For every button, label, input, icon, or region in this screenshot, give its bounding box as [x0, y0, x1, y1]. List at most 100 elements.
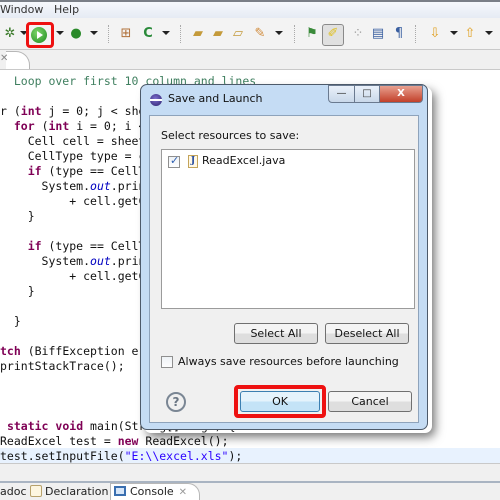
highlighter-icon[interactable]: ✐ — [323, 24, 343, 44]
next-annotation-dropdown-icon[interactable] — [450, 31, 458, 35]
toolbar-separator — [415, 25, 416, 43]
close-icon[interactable]: ✕ — [179, 487, 187, 498]
close-button[interactable]: X — [379, 85, 423, 103]
code-token: if — [27, 239, 42, 253]
open-task-icon[interactable]: ▰ — [208, 24, 228, 44]
run-icon[interactable] — [31, 27, 47, 43]
code-token: System. — [0, 254, 91, 268]
block-selection-icon[interactable]: ▤ — [368, 24, 388, 44]
menu-help[interactable]: Help — [54, 3, 79, 16]
tab-label: adoc — [0, 485, 27, 498]
code-token: "E:\\excel.xls" — [124, 449, 229, 463]
maximize-button[interactable]: □ — [354, 85, 380, 103]
code-token: tch — [0, 344, 21, 358]
code-line[interactable]: printStackTrace(); — [0, 358, 125, 374]
new-class-dropdown-icon[interactable] — [162, 31, 170, 35]
eclipse-icon — [150, 94, 162, 106]
code-line[interactable]: } — [0, 208, 35, 224]
tab-label: Console — [130, 485, 174, 498]
declaration-icon — [30, 485, 42, 497]
ok-button[interactable]: OK — [240, 391, 320, 412]
code-token: void — [55, 419, 84, 433]
console-icon — [114, 486, 126, 496]
deselect-all-button[interactable]: Deselect All — [325, 323, 409, 344]
code-token: ); — [228, 449, 243, 463]
editor-tab-bar: ✕ — [0, 51, 500, 69]
code-line[interactable]: } — [0, 283, 35, 299]
code-token: static — [6, 419, 49, 433]
code-token: for — [13, 119, 35, 133]
open-folder-icon[interactable]: ▱ — [228, 24, 248, 44]
code-token: (BiffException e) { — [20, 344, 160, 358]
cancel-button[interactable]: Cancel — [328, 391, 412, 412]
menu-window[interactable]: Window — [0, 3, 43, 16]
help-icon[interactable]: ? — [166, 392, 186, 412]
toolbar: ✲ ● ⊞ C ▰ ▰ ▱ ✎ ⚑ ✐ ⁘ ▤ ¶ ⇩ ⇧ — [0, 18, 500, 50]
eclipse-window: Window Help ✲ ● ⊞ C ▰ ▰ ▱ ✎ ⚑ ✐ ⁘ ▤ ¶ ⇩ … — [0, 0, 500, 500]
select-resources-label: Select resources to save: — [161, 129, 300, 142]
editor-bottom-border — [0, 463, 500, 483]
bottom-view-tabs: adoc Declaration Console ✕ — [0, 483, 500, 500]
code-token: printStackTrace(); — [0, 359, 125, 373]
search-dropdown-icon[interactable] — [275, 31, 283, 35]
paragraph-icon[interactable]: ¶ — [389, 24, 409, 44]
editor-tab[interactable] — [6, 51, 30, 69]
tab-console[interactable]: Console ✕ — [114, 485, 187, 498]
code-line[interactable]: test.setInputFile("E:\\excel.xls"); — [0, 448, 500, 464]
search-icon[interactable]: ✎ — [250, 24, 270, 44]
code-token: } — [0, 314, 21, 328]
code-token: int — [20, 104, 42, 118]
code-token: new — [117, 434, 139, 448]
external-tools-dropdown-icon[interactable] — [90, 31, 98, 35]
dialog-title: Save and Launch — [168, 92, 263, 105]
always-save-label[interactable]: Always save resources before launching — [178, 355, 399, 368]
code-token: r ( — [0, 104, 21, 118]
tab-label: Declaration — [45, 485, 109, 498]
resources-list[interactable]: J ReadExcel.java — [161, 149, 415, 309]
debug-icon[interactable]: ✲ — [0, 24, 20, 44]
code-token: ReadExcel test = — [0, 434, 118, 448]
toolbar-separator — [108, 25, 109, 43]
open-type-icon[interactable]: ▰ — [188, 24, 208, 44]
resource-checkbox[interactable] — [168, 154, 180, 168]
code-token: System. — [0, 179, 91, 193]
minimize-button[interactable]: — — [328, 85, 355, 103]
code-line[interactable]: tch (BiffException e) { — [0, 343, 159, 359]
java-file-icon: J — [188, 155, 198, 168]
always-save-checkbox[interactable] — [161, 356, 173, 368]
toggle-mark-occurrences-icon[interactable]: ⚑ — [302, 24, 322, 44]
menu-bar: Window Help — [0, 0, 500, 18]
code-line[interactable]: } — [0, 313, 21, 329]
select-all-button[interactable]: Select All — [234, 323, 318, 344]
code-token: ReadExcel(); — [138, 434, 229, 448]
code-line[interactable]: ReadExcel test = new ReadExcel(); — [0, 433, 229, 449]
dialog-body: Select resources to save: J ReadExcel.ja… — [149, 115, 419, 423]
save-and-launch-dialog: Save and Launch — □ X Select resources t… — [140, 84, 428, 430]
run-dropdown-icon[interactable] — [56, 31, 64, 35]
toolbar-separator — [180, 25, 181, 43]
new-java-class-icon[interactable]: C — [138, 24, 158, 44]
resource-name[interactable]: ReadExcel.java — [202, 154, 285, 167]
previous-annotation-dropdown-icon[interactable] — [485, 31, 493, 35]
next-annotation-icon[interactable]: ⇩ — [425, 24, 445, 44]
new-java-package-icon[interactable]: ⊞ — [116, 24, 136, 44]
code-token: } — [0, 284, 35, 298]
code-token: out — [90, 254, 111, 268]
code-token: if — [27, 164, 42, 178]
code-token: out — [90, 179, 111, 193]
code-token: ( — [34, 119, 49, 133]
code-token: int — [48, 119, 70, 133]
tab-declaration[interactable]: Declaration — [30, 485, 108, 498]
toolbar-separator — [294, 25, 295, 43]
run-external-tools-icon[interactable]: ● — [66, 24, 86, 44]
code-token: test.setInputFile( — [0, 449, 125, 463]
previous-annotation-icon[interactable]: ⇧ — [460, 24, 480, 44]
editor-tab-close-icon[interactable]: ✕ — [0, 53, 8, 64]
code-token: } — [0, 209, 35, 223]
show-whitespace-icon[interactable]: ⁘ — [348, 24, 368, 44]
tab-javadoc[interactable]: adoc — [0, 485, 27, 498]
